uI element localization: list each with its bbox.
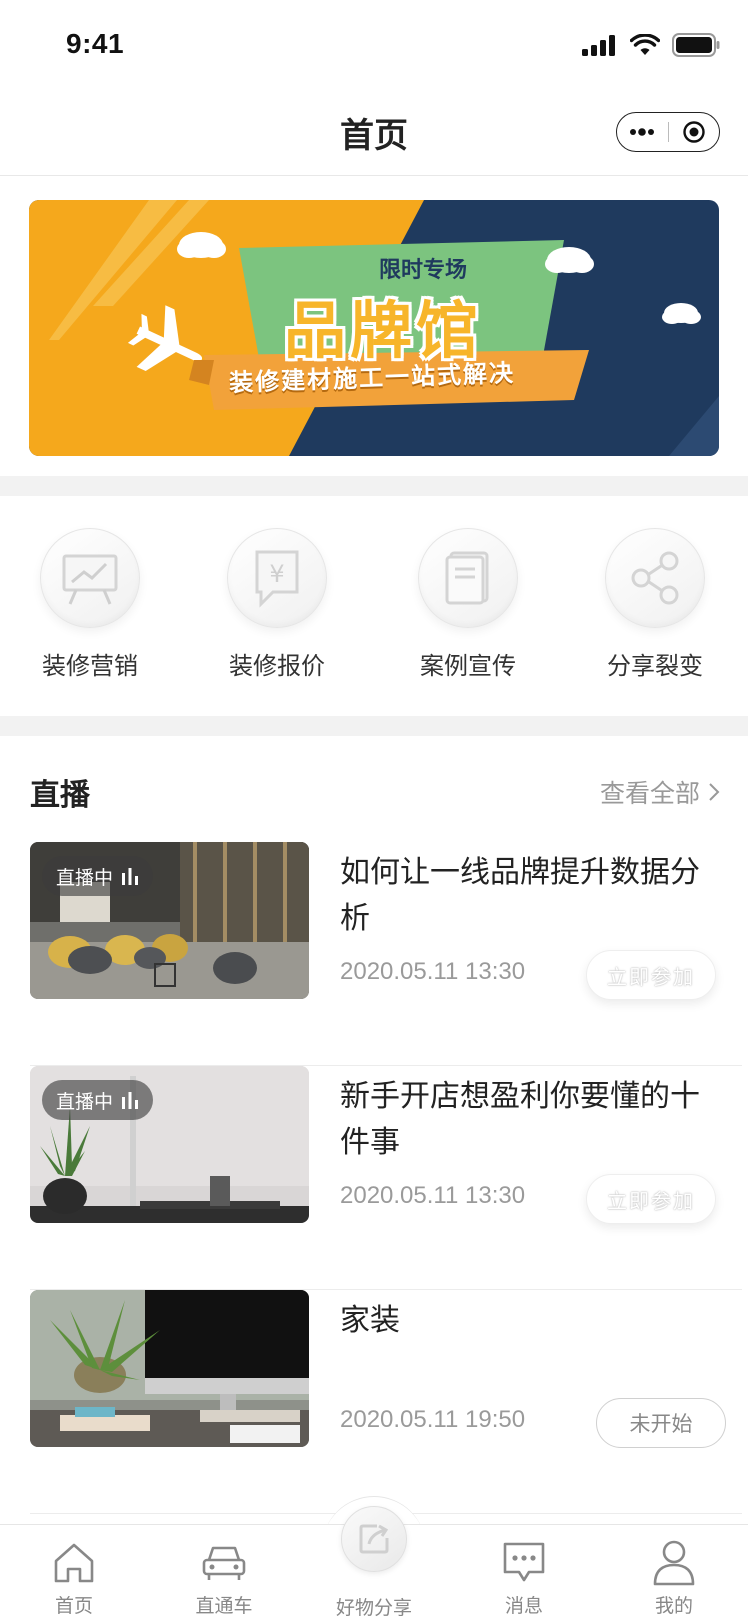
close-mini-program-button[interactable] <box>668 113 719 151</box>
book-icon <box>445 551 489 605</box>
battery-icon <box>672 33 720 57</box>
mini-program-capsule <box>616 112 720 152</box>
quick-menu-quote[interactable]: ¥ 装修报价 <box>207 528 347 681</box>
live-badge: 直播中 <box>42 1080 154 1120</box>
svg-text:¥: ¥ <box>269 560 284 588</box>
yen-document-icon: ¥ <box>255 550 299 608</box>
live-badge-label: 直播中 <box>56 867 114 889</box>
status-bar: 9:41 <box>0 0 748 88</box>
live-title: 新手开店想盈利你要懂的十件事 <box>340 1080 700 1159</box>
tab-label: 好物分享 <box>335 1598 412 1619</box>
quick-menu-label: 装修报价 <box>229 653 325 680</box>
quick-menu-case[interactable]: 案例宣传 <box>398 528 538 681</box>
tab-share[interactable]: 好物分享 <box>314 1591 434 1620</box>
live-badge: 直播中 <box>42 856 154 896</box>
tab-home[interactable]: 首页 <box>14 1535 134 1618</box>
quick-menu-label: 分享裂变 <box>607 653 703 680</box>
join-now-button[interactable]: 立即参加 <box>586 950 716 1000</box>
section-divider <box>0 716 748 736</box>
live-time: 2020.05.11 13:30 <box>340 1182 526 1209</box>
quick-menu-share[interactable]: 分享裂变 <box>585 528 725 681</box>
wifi-icon <box>630 34 660 55</box>
workspace-photo <box>30 1290 309 1447</box>
join-now-button[interactable]: 立即参加 <box>586 1174 716 1224</box>
user-icon <box>653 1540 695 1586</box>
view-all-link[interactable]: 查看全部 <box>600 774 720 810</box>
view-all-label: 查看全部 <box>599 780 700 808</box>
message-icon <box>503 1542 545 1582</box>
section-divider <box>0 476 748 496</box>
live-list-item[interactable]: 直播中 如何让一线品牌提升数据分析 2020.05.11 13:30 立即参加 <box>30 842 742 1066</box>
share-box-icon <box>359 1524 389 1554</box>
live-thumbnail: 直播中 <box>30 842 309 999</box>
live-time: 2020.05.11 19:50 <box>340 1406 526 1433</box>
chevron-right-icon <box>709 783 720 801</box>
quick-menu-label: 案例宣传 <box>420 653 516 680</box>
live-thumbnail <box>30 1290 309 1447</box>
tab-label: 消息 <box>504 1596 543 1617</box>
promo-banner[interactable]: 限时专场 品牌馆 装修建材施工一站式解决 <box>29 200 719 456</box>
live-title: 家装 <box>340 1304 400 1337</box>
car-icon <box>202 1546 246 1580</box>
tab-label: 直通车 <box>195 1596 253 1617</box>
status-icons <box>582 32 720 58</box>
tab-mine[interactable]: 我的 <box>614 1535 734 1618</box>
home-icon <box>54 1543 94 1583</box>
quick-menu: 装修营销 ¥ 装修报价 案例宣传 分享裂变 <box>0 498 748 716</box>
live-thumbnail: 直播中 <box>30 1066 309 1223</box>
presentation-chart-icon <box>62 554 118 605</box>
live-list-item[interactable]: 直播中 新手开店想盈利你要懂的十件事 2020.05.11 13:30 立即参加 <box>30 1066 742 1290</box>
share-center-button[interactable] <box>341 1506 407 1572</box>
nav-bar: 首页 <box>0 88 748 176</box>
menu-icon-circle <box>40 528 140 628</box>
more-button[interactable] <box>617 113 668 151</box>
menu-icon-circle <box>605 528 705 628</box>
tab-messages[interactable]: 消息 <box>464 1535 584 1618</box>
quick-menu-label: 装修营销 <box>42 653 138 680</box>
live-title: 如何让一线品牌提升数据分析 <box>340 856 700 935</box>
tab-label: 首页 <box>54 1596 93 1617</box>
live-time: 2020.05.11 13:30 <box>340 958 526 985</box>
equalizer-icon <box>122 1092 139 1109</box>
not-started-button[interactable]: 未开始 <box>596 1398 726 1448</box>
share-icon <box>631 551 679 605</box>
live-list-item[interactable]: 家装 2020.05.11 19:50 未开始 <box>30 1290 742 1514</box>
more-dots-icon <box>630 128 655 136</box>
target-icon <box>683 121 705 143</box>
quick-menu-marketing[interactable]: 装修营销 <box>20 528 160 681</box>
tab-label: 我的 <box>654 1596 693 1617</box>
equalizer-icon <box>122 868 139 885</box>
menu-icon-circle <box>418 528 518 628</box>
live-section-header: 直播 查看全部 <box>30 770 720 812</box>
section-title: 直播 <box>30 779 90 812</box>
signal-icon <box>582 35 615 56</box>
tab-express[interactable]: 直通车 <box>164 1535 284 1618</box>
menu-icon-circle: ¥ <box>227 528 327 628</box>
status-time: 9:41 <box>66 28 125 59</box>
live-badge-label: 直播中 <box>56 1091 114 1113</box>
